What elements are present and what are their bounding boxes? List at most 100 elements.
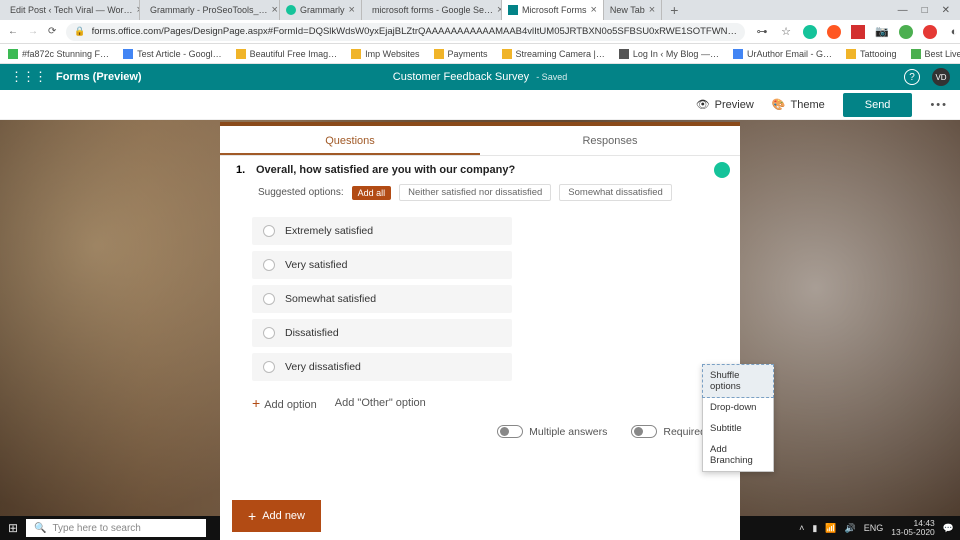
options-list: Extremely satisfied Very satisfied Somew… (220, 205, 740, 389)
extension-icons: ⊶ ☆ 📷 ◐ ƒ? ⌖ V ⋮ (755, 25, 960, 39)
tab-responses[interactable]: Responses (480, 126, 740, 155)
language-indicator[interactable]: ENG (864, 523, 884, 533)
preview-button[interactable]: 👁Preview (696, 98, 754, 111)
menu-add-branching[interactable]: Add Branching (703, 439, 773, 471)
add-new-button[interactable]: + Add new (232, 500, 321, 532)
taskbar-search[interactable]: 🔍 Type here to search (26, 519, 206, 537)
plus-icon: + (252, 395, 260, 411)
ext-icon[interactable] (899, 25, 913, 39)
window-controls: — □ ✕ (898, 5, 960, 16)
option-input[interactable]: Dissatisfied (252, 319, 512, 347)
close-icon[interactable]: × (272, 4, 278, 16)
suggestion-chip[interactable]: Neither satisfied nor dissatisfied (399, 184, 551, 201)
bookmark-item[interactable]: Imp Websites (351, 49, 419, 59)
saved-indicator: - Saved (536, 72, 567, 82)
tab-grammarly-proseo[interactable]: Grammarly - ProSeoTools_… × (140, 0, 280, 20)
key-icon[interactable]: ⊶ (755, 25, 769, 39)
tab-newtab[interactable]: New Tab× (604, 0, 662, 20)
form-actions: 👁Preview 🎨Theme Send ••• (0, 90, 960, 120)
tray-chevron-icon[interactable]: ˄ (799, 523, 804, 533)
wifi-icon[interactable]: 📶 (825, 523, 836, 534)
close-icon[interactable]: × (590, 4, 596, 16)
send-button[interactable]: Send (843, 93, 913, 117)
tab-msforms[interactable]: Microsoft Forms× (502, 0, 604, 20)
forward-icon[interactable]: → (28, 26, 38, 37)
tab-google-search[interactable]: microsoft forms - Google Se…× (362, 0, 502, 20)
tab-questions[interactable]: Questions (220, 126, 480, 155)
bookmark-item[interactable]: Beautiful Free Imag… (236, 49, 338, 59)
card-tabs: Questions Responses (220, 126, 740, 156)
ext-icon[interactable] (827, 25, 841, 39)
question-more-menu: Shuffle options Drop-down Subtitle Add B… (702, 364, 774, 472)
bookmark-item[interactable]: Test Article - Googl… (123, 49, 222, 59)
ext-icon[interactable] (923, 25, 937, 39)
add-option-button[interactable]: +Add option (252, 395, 317, 411)
radio-icon (263, 259, 275, 271)
add-other-button[interactable]: Add "Other" option (335, 397, 426, 409)
browser-toolbar: ← → ⟳ 🔒 forms.office.com/Pages/DesignPag… (0, 20, 960, 44)
option-input[interactable]: Very satisfied (252, 251, 512, 279)
bookmark-item[interactable]: Tattooing (846, 49, 897, 59)
ext-icon[interactable]: ◐ (947, 25, 960, 39)
help-icon[interactable]: ? (904, 69, 920, 85)
add-option-row: +Add option Add "Other" option (220, 389, 740, 417)
volume-icon[interactable]: 🔊 (845, 523, 856, 534)
system-tray: ˄ ▮ 📶 🔊 ENG 14:43 13-05-2020 💬 (799, 519, 960, 538)
radio-icon (263, 327, 275, 339)
more-options-icon[interactable]: ••• (930, 99, 948, 111)
lock-icon: 🔒 (74, 26, 85, 37)
user-avatar[interactable]: VD (932, 68, 950, 86)
required-toggle[interactable]: Required (631, 425, 706, 438)
close-icon[interactable]: × (649, 4, 655, 16)
star-icon[interactable]: ☆ (779, 25, 793, 39)
app-launcher-icon[interactable]: ⋮⋮⋮ (10, 69, 46, 85)
multiple-answers-toggle[interactable]: Multiple answers (497, 425, 607, 438)
bookmarks-bar: #fa872c Stunning F… Test Article - Googl… (0, 44, 960, 64)
minimize-icon[interactable]: — (898, 5, 908, 16)
browser-tabstrip: Edit Post ‹ Tech Viral — Wor…× Grammarly… (0, 0, 960, 20)
bookmark-item[interactable]: Best Live Chat (911, 49, 960, 59)
option-input[interactable]: Very dissatisfied (252, 353, 512, 381)
clock-date: 13-05-2020 (891, 528, 934, 537)
bookmark-item[interactable]: #fa872c Stunning F… (8, 49, 109, 59)
camera-ext-icon[interactable]: 📷 (875, 25, 889, 39)
option-input[interactable]: Extremely satisfied (252, 217, 512, 245)
theme-button[interactable]: 🎨Theme (772, 98, 825, 111)
new-tab-button[interactable]: + (662, 2, 686, 18)
grammarly-badge-icon[interactable] (714, 162, 730, 178)
add-all-button[interactable]: Add all (352, 186, 392, 200)
battery-icon[interactable]: ▮ (812, 523, 817, 534)
address-bar[interactable]: 🔒 forms.office.com/Pages/DesignPage.aspx… (66, 23, 745, 41)
bookmark-item[interactable]: Streaming Camera |… (502, 49, 605, 59)
start-button[interactable]: ⊞ (0, 521, 26, 535)
action-center-icon[interactable]: 💬 (943, 523, 954, 534)
bookmark-item[interactable]: Log In ‹ My Blog —… (619, 49, 719, 59)
reload-icon[interactable]: ⟳ (48, 26, 56, 37)
bookmark-item[interactable]: UrAuthor Email - G… (733, 49, 832, 59)
tab-techviral[interactable]: Edit Post ‹ Tech Viral — Wor…× (0, 0, 140, 20)
close-icon[interactable]: × (349, 4, 355, 16)
option-input[interactable]: Somewhat satisfied (252, 285, 512, 313)
tab-grammarly[interactable]: Grammarly × (280, 0, 362, 20)
grammarly-ext-icon[interactable] (803, 25, 817, 39)
search-icon: 🔍 (34, 523, 46, 534)
menu-shuffle-options[interactable]: Shuffle options (702, 364, 774, 398)
back-icon[interactable]: ← (8, 26, 18, 37)
suggested-options-row: Suggested options: Add all Neither satis… (220, 180, 740, 205)
eye-icon: 👁 (696, 98, 710, 111)
product-name: Forms (Preview) (56, 71, 142, 83)
bookmark-item[interactable]: Payments (434, 49, 488, 59)
close-window-icon[interactable]: ✕ (942, 5, 950, 16)
taskbar-clock[interactable]: 14:43 13-05-2020 (891, 519, 934, 538)
question-text[interactable]: Overall, how satisfied are you with our … (256, 164, 724, 176)
ext-icon[interactable] (851, 25, 865, 39)
tab-label: Edit Post ‹ Tech Viral — Wor… (10, 5, 133, 15)
tab-label: Grammarly (300, 5, 345, 15)
maximize-icon[interactable]: □ (922, 5, 928, 16)
question-number: 1. (236, 164, 256, 176)
suggestion-chip[interactable]: Somewhat dissatisfied (559, 184, 672, 201)
menu-drop-down[interactable]: Drop-down (703, 397, 773, 418)
tab-label: Grammarly - ProSeoTools_… (150, 5, 268, 15)
menu-subtitle[interactable]: Subtitle (703, 418, 773, 439)
form-canvas: Questions Responses 1. Overall, how sati… (0, 120, 960, 540)
